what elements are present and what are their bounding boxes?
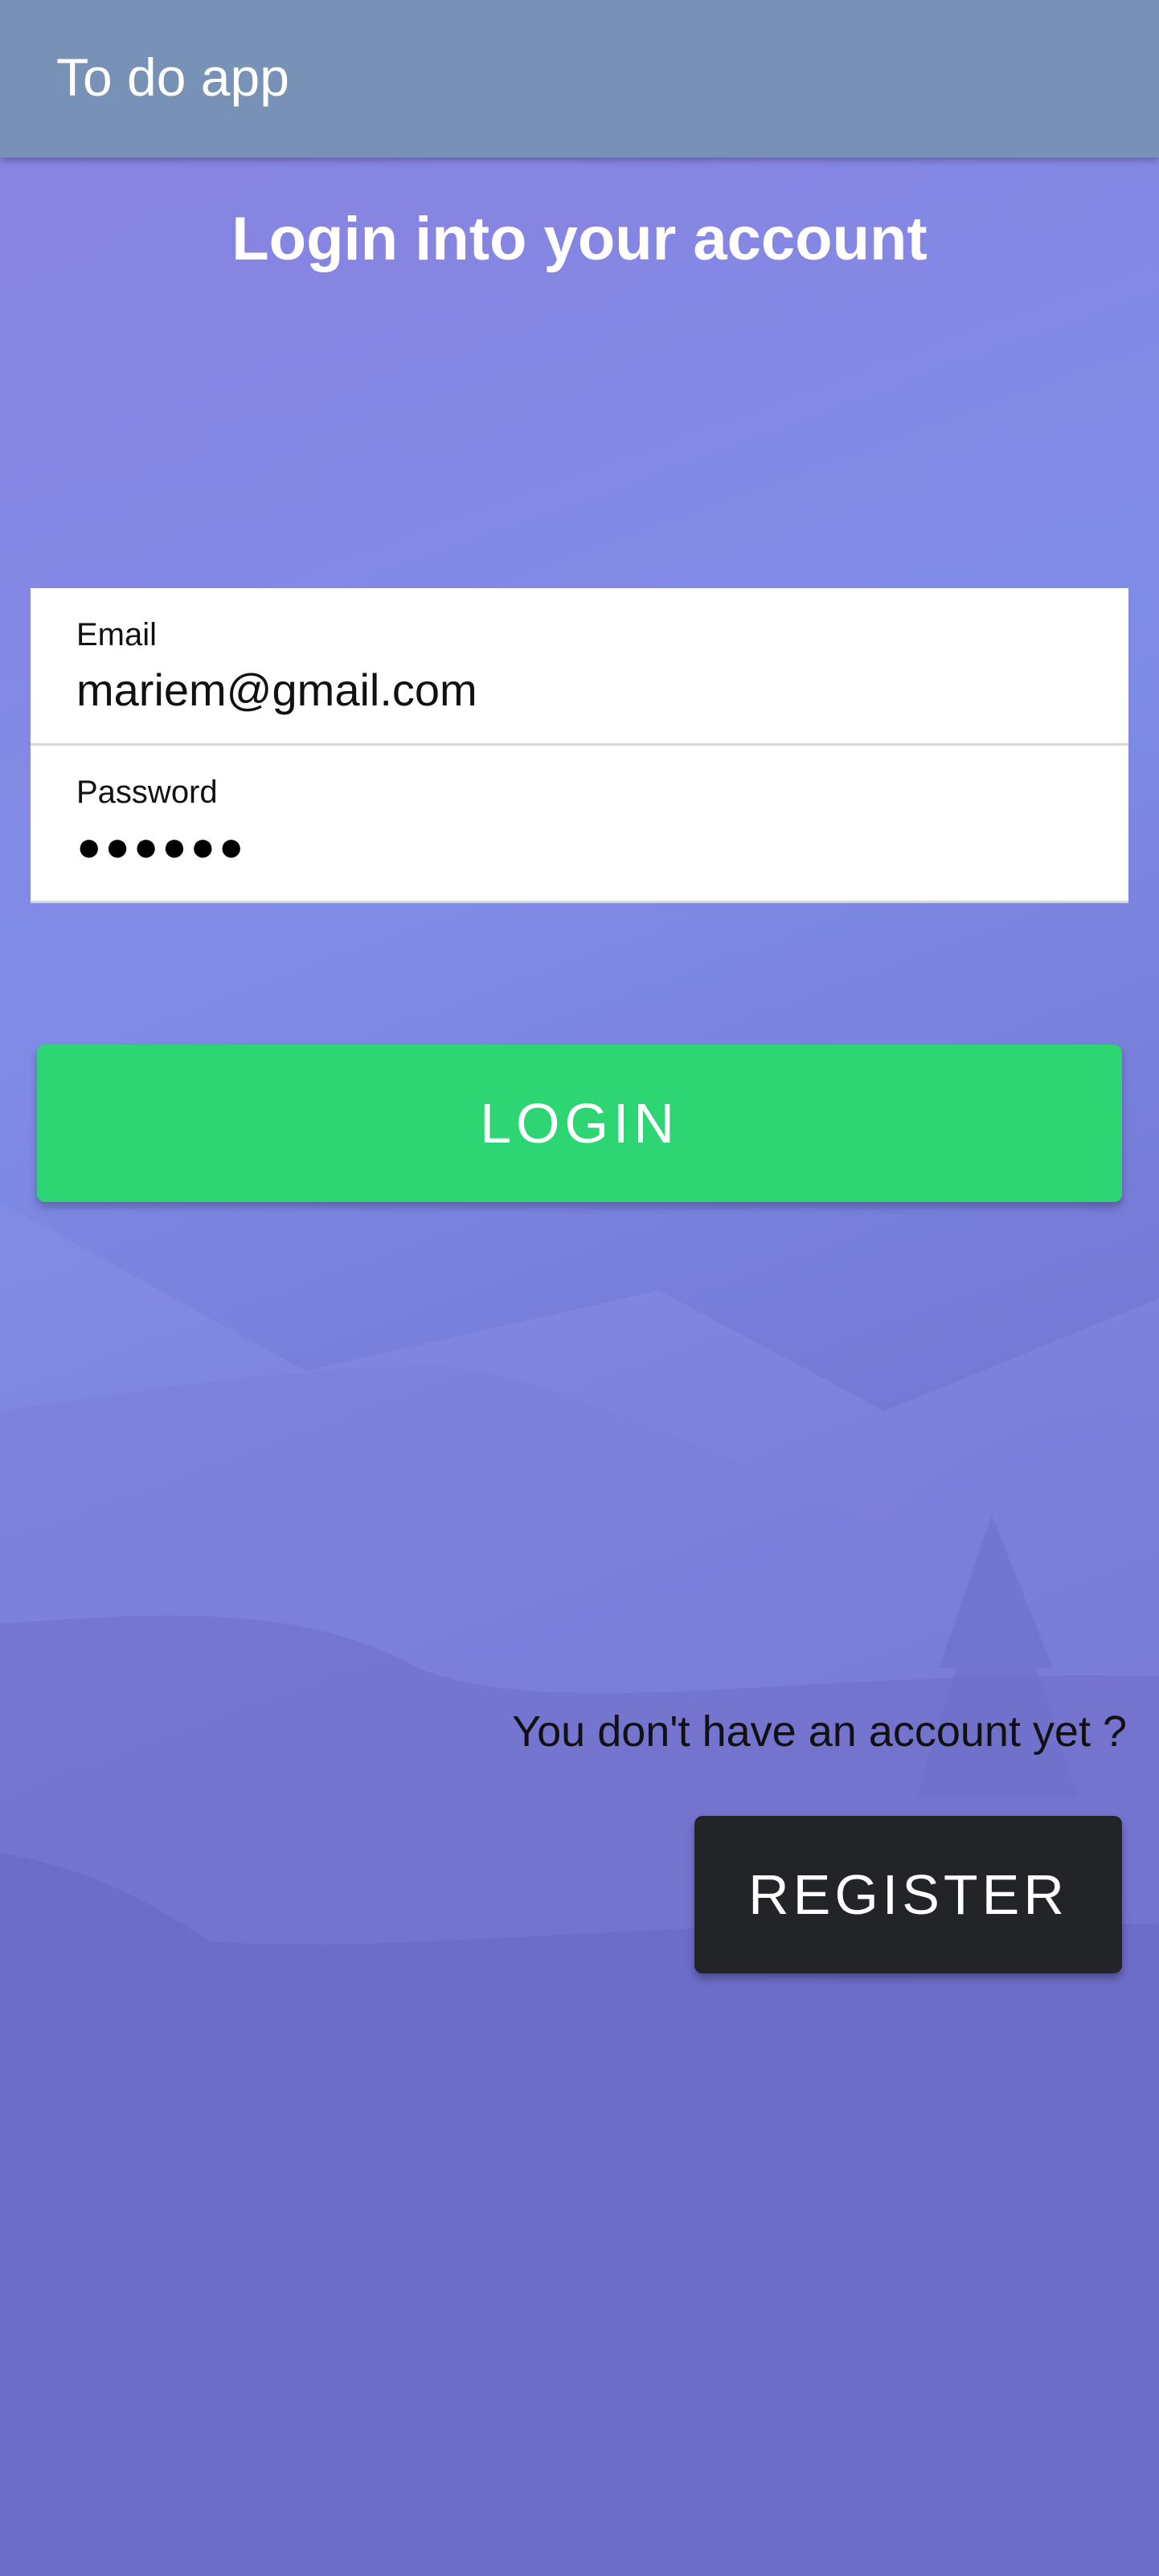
email-field[interactable]: Email	[31, 588, 1128, 746]
password-input[interactable]: ●●●●●●	[76, 823, 247, 871]
email-input[interactable]	[76, 664, 1081, 716]
register-prompt-text: You don't have an account yet ?	[512, 1707, 1127, 1756]
background-scenery	[0, 1202, 1159, 2576]
login-form: Email Password ●●●●●●	[31, 588, 1128, 903]
password-label: Password	[76, 775, 218, 810]
password-field[interactable]: Password ●●●●●●	[31, 746, 1128, 903]
app-title: To do app	[56, 47, 289, 107]
login-button[interactable]: LOGIN	[37, 1045, 1122, 1202]
app-bar: To do app	[0, 0, 1159, 157]
register-button[interactable]: REGISTER	[694, 1816, 1122, 1973]
email-label: Email	[76, 617, 158, 652]
page-title: Login into your account	[231, 205, 928, 273]
